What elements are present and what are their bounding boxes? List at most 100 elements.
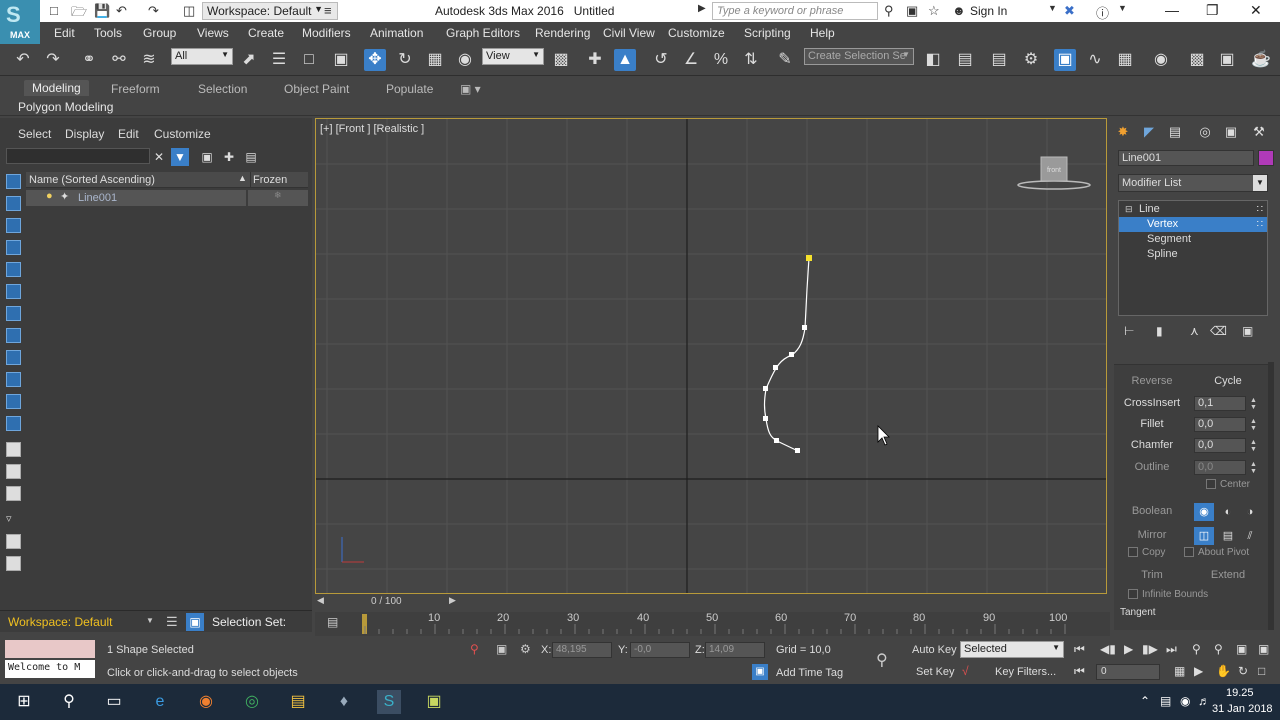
spline-line001[interactable] (763, 255, 812, 453)
manage-layers-icon[interactable]: ⚙ (1020, 49, 1042, 71)
geometry-filter-icon[interactable] (6, 196, 21, 211)
search-arrow-icon[interactable]: ▶ (698, 3, 706, 14)
lock-icon[interactable]: ▣ (198, 148, 216, 166)
stack-item-line[interactable]: ⊟ Line ∷ (1119, 202, 1267, 217)
infinite-bounds-checkbox[interactable]: Infinite Bounds (1128, 589, 1208, 600)
previous-frame-icon[interactable]: ◀▮ (1100, 642, 1116, 656)
link-icon[interactable]: ⚭ (78, 49, 100, 71)
binoculars-icon[interactable]: ⚲ (884, 3, 894, 19)
save-file-icon[interactable]: 💾 (94, 3, 110, 19)
intersection-icon[interactable]: ◑ (1240, 503, 1260, 521)
volume-icon[interactable]: ♬ (1198, 694, 1210, 708)
configure-modifier-sets-icon[interactable]: ▣ (1242, 324, 1253, 338)
create-tab-icon[interactable]: ✸ (1112, 122, 1134, 142)
key-mode-dropdown[interactable]: Selected ▼ (960, 641, 1064, 658)
stack-item-spline[interactable]: Spline (1119, 247, 1267, 262)
display-none-filter-icon[interactable] (6, 464, 21, 479)
3ds-max-taskbar-icon[interactable]: S (377, 690, 401, 714)
tab-object-paint[interactable]: Object Paint (284, 82, 349, 96)
space-warps-filter-icon[interactable] (6, 306, 21, 321)
fillet-button[interactable]: Fillet (1118, 416, 1186, 433)
menu-rendering[interactable]: Rendering (535, 26, 590, 40)
mirror-button[interactable]: Mirror (1118, 527, 1186, 544)
schematic-view-icon[interactable]: ▦ (1114, 49, 1136, 71)
display-none-icon[interactable] (6, 174, 21, 189)
isolate-selection-icon[interactable]: ⚲ (470, 642, 479, 656)
time-slider[interactable]: ◀ 0 / 100 ▶ (315, 594, 465, 610)
remove-modifier-icon[interactable]: ⌫ (1210, 324, 1227, 338)
notes-app-icon[interactable]: ▣ (422, 690, 446, 714)
quick-access-more-icon[interactable]: ≡ (324, 3, 332, 18)
viewport-label[interactable]: [+] [Front ] [Realistic ] (320, 123, 424, 135)
default-in-out-tangent-icon[interactable]: √ (962, 664, 969, 678)
select-by-name-icon[interactable]: ☰ (268, 49, 290, 71)
zoom-all-icon[interactable]: ⚲ (1214, 642, 1223, 656)
file-explorer-icon[interactable]: ▤ (286, 690, 310, 714)
cycle-button[interactable]: Cycle (1194, 373, 1262, 390)
percent-snap-icon[interactable]: % (710, 49, 732, 71)
mirror-both-icon[interactable]: ⫽ (1240, 527, 1260, 545)
groups-filter-icon[interactable] (6, 328, 21, 343)
explorer-menu-edit[interactable]: Edit (118, 127, 139, 141)
maximize-viewport-icon[interactable]: □ (1258, 664, 1265, 678)
redo-icon[interactable]: ↷ (42, 49, 64, 71)
show-end-result-icon[interactable]: ∷ (1257, 217, 1263, 232)
tab-modeling[interactable]: Modeling (24, 80, 89, 96)
maxscript-listener-output[interactable] (5, 640, 95, 658)
xrefs-filter-icon[interactable] (6, 350, 21, 365)
reference-coordinate-dropdown[interactable]: View ▼ (482, 48, 544, 65)
motion-tab-icon[interactable]: ◎ (1194, 122, 1216, 142)
new-file-icon[interactable]: □ (50, 3, 58, 18)
star-icon[interactable]: ☆ (928, 3, 940, 19)
ribbon-options-icon[interactable]: ▣ ▾ (460, 82, 481, 96)
outline-spinner[interactable]: 0,0 (1194, 460, 1246, 475)
add-time-tag-button[interactable]: Add Time Tag (776, 667, 843, 679)
explorer-search-input[interactable] (6, 148, 150, 164)
named-selection-dropdown[interactable]: Create Selection Se ▼ (804, 48, 914, 65)
chevron-down-icon[interactable]: ▼ (1118, 3, 1127, 13)
column-frozen[interactable]: Frozen (250, 172, 308, 188)
zoom-icon[interactable]: ⚲ (1192, 642, 1201, 656)
clock-date[interactable]: 31 Jan 2018 (1212, 703, 1273, 715)
exchange-icon[interactable]: ✖ (1064, 3, 1075, 19)
select-rotate-icon[interactable]: ↻ (394, 49, 416, 71)
chevron-down-icon[interactable]: ▼ (1048, 3, 1057, 13)
render-production-icon[interactable]: ☕ (1250, 49, 1272, 71)
current-frame-field[interactable]: 0 (1096, 664, 1160, 680)
find-icon[interactable] (6, 556, 21, 571)
spinner-arrows-icon[interactable]: ▲ ▼ (1250, 461, 1257, 475)
time-slider-prev-icon[interactable]: ◀ (317, 595, 324, 606)
material-editor-icon[interactable]: ◉ (1150, 49, 1172, 71)
redo-icon[interactable]: ↷ (148, 3, 159, 19)
explorer-menu-customize[interactable]: Customize (154, 127, 211, 141)
menu-views[interactable]: Views (197, 26, 229, 40)
containers-filter-icon[interactable] (6, 416, 21, 431)
workspace-dropdown[interactable]: Workspace: Default ▼ (202, 2, 338, 20)
undo-icon[interactable]: ↶ (12, 49, 34, 71)
keyboard-shortcut-override-icon[interactable]: ▲ (614, 49, 636, 71)
tab-freeform[interactable]: Freeform (111, 82, 160, 96)
rectangular-selection-icon[interactable]: □ (298, 49, 320, 71)
polygon-modeling-button[interactable]: Polygon Modeling (18, 100, 113, 114)
key-mode-toggle-icon[interactable]: ⏮ (1074, 664, 1085, 679)
curve-editor-icon[interactable]: ∿ (1084, 49, 1106, 71)
spinner-arrows-icon[interactable]: ▲ ▼ (1250, 439, 1257, 453)
viewcube[interactable]: front (1017, 156, 1091, 190)
tab-selection[interactable]: Selection (198, 82, 247, 96)
about-pivot-checkbox[interactable]: About Pivot (1184, 547, 1249, 558)
chrome-icon[interactable]: ◎ (240, 690, 264, 714)
make-unique-icon[interactable]: ⋏ (1190, 324, 1199, 338)
app-menu-button[interactable]: S MAX (0, 0, 40, 44)
stack-item-vertex[interactable]: Vertex ∷ (1119, 217, 1267, 232)
go-to-end-icon[interactable]: ⏭ (1166, 642, 1177, 657)
select-manipulate-icon[interactable]: ✚ (584, 49, 606, 71)
menu-graph-editors[interactable]: Graph Editors (446, 26, 520, 40)
cross-insert-spinner[interactable]: 0,1 (1194, 396, 1246, 411)
x-coordinate-field[interactable]: 48,195 (552, 642, 612, 658)
hierarchy-tab-icon[interactable]: ▤ (1164, 122, 1186, 142)
firefox-icon[interactable]: ◉ (194, 690, 218, 714)
particles-filter-icon[interactable] (6, 394, 21, 409)
time-tag-icon[interactable]: ▣ (752, 664, 768, 680)
search-input[interactable]: Type a keyword or phrase (712, 2, 878, 20)
spinner-arrows-icon[interactable]: ▲ ▼ (1250, 418, 1257, 432)
